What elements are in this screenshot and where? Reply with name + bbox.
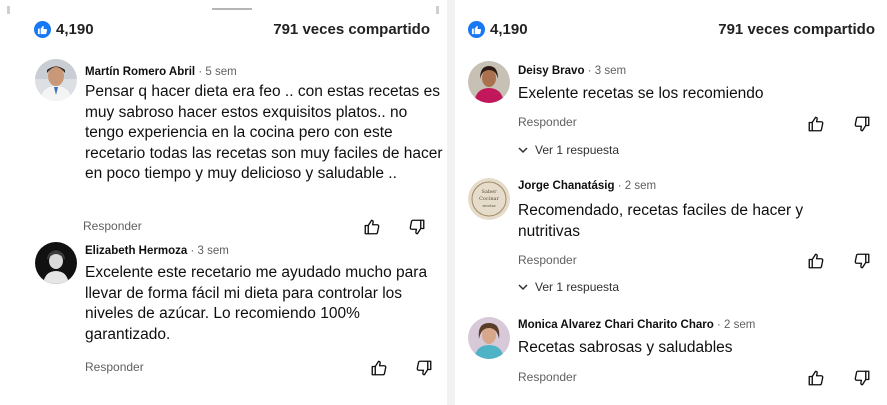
comment-text: Excelente este recetario me ayudado much… (85, 264, 428, 343)
comment-item: Elizabeth Hermoza · 3 sem Excelente este… (0, 238, 447, 388)
chevron-down-icon (518, 283, 528, 291)
meta-separator: · (617, 180, 622, 192)
comment-item: Saber Cocinar recetas Jorge Chanatásig ·… (455, 174, 887, 304)
avatar[interactable] (468, 61, 510, 103)
corner-mark (436, 6, 439, 14)
comment-author[interactable]: Elizabeth Hermoza (85, 245, 187, 257)
screenshot-stage: 4,190 791 veces compartido Martín Romero… (0, 0, 887, 405)
avatar[interactable]: Saber Cocinar recetas (468, 178, 510, 220)
meta-separator: · (716, 319, 721, 331)
comment-time[interactable]: 2 sem (724, 319, 755, 331)
comment-time[interactable]: 5 sem (205, 66, 236, 78)
comment-time[interactable]: 2 sem (625, 180, 656, 192)
like-reaction-icon[interactable] (468, 21, 485, 38)
svg-text:Saber: Saber (482, 189, 498, 195)
comment-item: Deisy Bravo · 3 sem Exelente recetas se … (455, 58, 887, 168)
thumbs-down-icon[interactable] (414, 358, 434, 378)
comment-author[interactable]: Martín Romero Abril (85, 66, 195, 78)
comment-author[interactable]: Jorge Chanatásig (518, 180, 615, 192)
reaction-stats-bar: 4,190 791 veces compartido (0, 16, 447, 46)
meta-separator: · (190, 245, 195, 257)
comment-meta: Martín Romero Abril · 5 sem (85, 65, 237, 79)
comment-time[interactable]: 3 sem (198, 245, 229, 257)
reaction-stats-bar: 4,190 791 veces compartido (455, 16, 887, 46)
thumbs-up-icon[interactable] (369, 358, 389, 378)
comment-item: Monica Alvarez Chari Charito Charo · 2 s… (455, 312, 887, 402)
avatar[interactable] (35, 59, 77, 101)
meta-separator: · (587, 65, 592, 77)
avatar[interactable] (35, 242, 77, 284)
thumbs-up-icon[interactable] (806, 368, 826, 388)
chevron-down-icon (518, 146, 528, 154)
like-reaction-icon[interactable] (34, 21, 51, 38)
share-count[interactable]: 791 veces compartido (273, 21, 430, 39)
corner-mark (7, 6, 10, 14)
thumbs-up-icon[interactable] (362, 217, 382, 237)
comment-meta: Elizabeth Hermoza · 3 sem (85, 244, 229, 258)
reply-button[interactable]: Responder (518, 370, 577, 384)
comment-meta: Monica Alvarez Chari Charito Charo · 2 s… (518, 318, 755, 332)
comment-meta: Jorge Chanatásig · 2 sem (518, 179, 656, 193)
comment-text: Pensar q hacer dieta era feo .. con esta… (85, 83, 443, 182)
reply-button[interactable]: Responder (518, 253, 577, 267)
comment-author[interactable]: Deisy Bravo (518, 65, 584, 77)
comment-time[interactable]: 3 sem (595, 65, 626, 77)
comment-text: Recetas sabrosas y saludables (518, 339, 733, 356)
view-replies-button[interactable]: Ver 1 respuesta (518, 280, 619, 294)
like-count[interactable]: 4,190 (56, 21, 94, 39)
comment-meta: Deisy Bravo · 3 sem (518, 64, 626, 78)
comment-author[interactable]: Monica Alvarez Chari Charito Charo (518, 319, 714, 331)
thumbs-up-icon[interactable] (806, 251, 826, 271)
view-replies-label: Ver 1 respuesta (535, 280, 620, 294)
share-count[interactable]: 791 veces compartido (718, 21, 875, 39)
thumbs-down-icon[interactable] (852, 368, 872, 388)
panel-divider (447, 0, 455, 405)
right-comments-panel: 4,190 791 veces compartido Deisy Bravo ·… (455, 0, 887, 405)
comment-item: Martín Romero Abril · 5 sem Pensar q hac… (0, 58, 447, 238)
thumbs-down-icon[interactable] (852, 251, 872, 271)
thumbs-up-icon[interactable] (806, 114, 826, 134)
thumbs-down-icon[interactable] (407, 217, 427, 237)
like-count[interactable]: 4,190 (490, 21, 528, 39)
svg-text:Cocinar: Cocinar (479, 196, 499, 202)
meta-separator: · (198, 66, 203, 78)
comment-text: Recomendado, recetas faciles de hacer y … (518, 202, 804, 240)
avatar[interactable] (468, 317, 510, 359)
reply-button[interactable]: Responder (83, 219, 142, 233)
comment-text: Exelente recetas se los recomiendo (518, 85, 764, 102)
reply-button[interactable]: Responder (85, 360, 144, 374)
svg-text:recetas: recetas (482, 204, 495, 208)
view-replies-button[interactable]: Ver 1 respuesta (518, 143, 619, 157)
top-handle-line (212, 8, 252, 10)
thumbs-down-icon[interactable] (852, 114, 872, 134)
left-comments-panel: 4,190 791 veces compartido Martín Romero… (0, 0, 447, 405)
reply-button[interactable]: Responder (518, 115, 577, 129)
view-replies-label: Ver 1 respuesta (535, 143, 620, 157)
